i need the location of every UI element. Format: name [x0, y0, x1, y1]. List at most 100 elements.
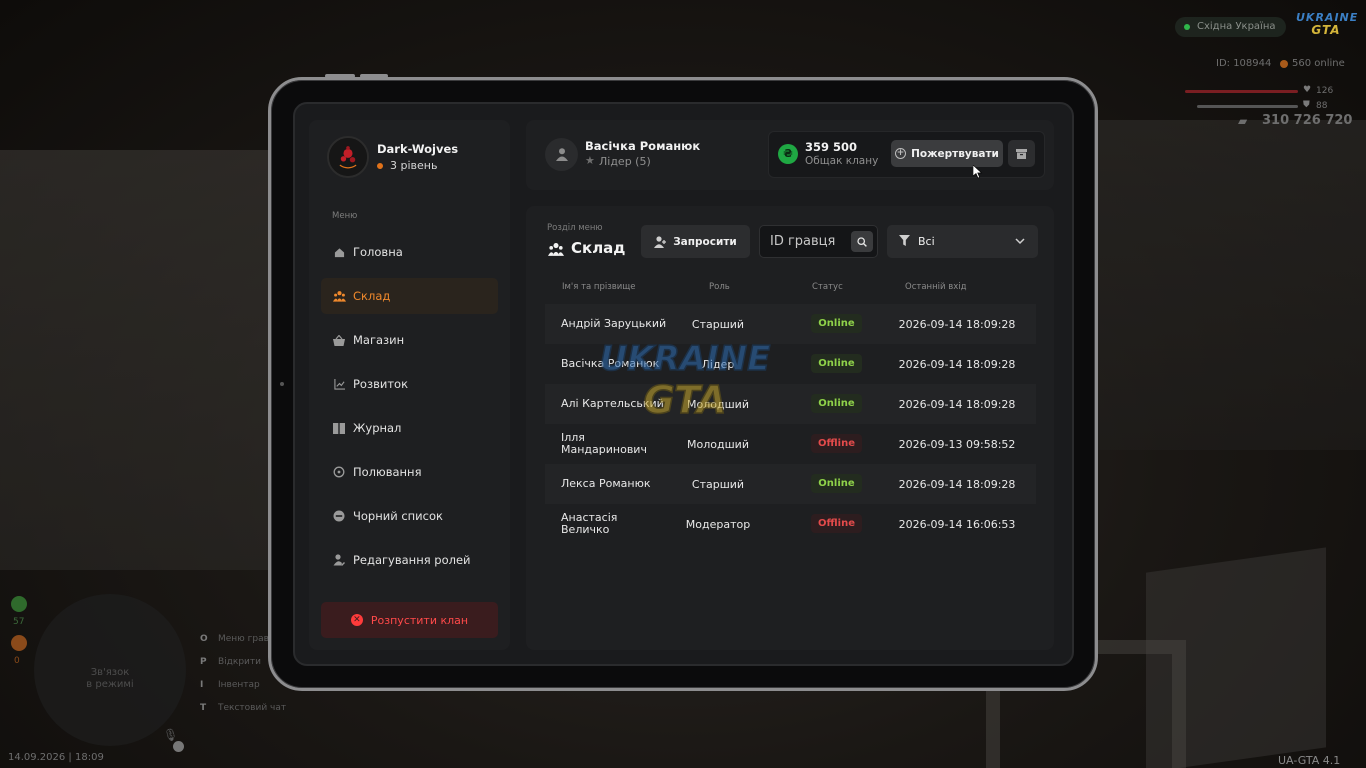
filter-icon	[899, 235, 910, 246]
table-row[interactable]: Ілля Мандаринович Молодший Offline 2026-…	[545, 424, 1036, 464]
table-row[interactable]: Андрій Заруцький Старший Online 2026-09-…	[545, 304, 1036, 344]
member-role: Молодший	[687, 437, 749, 451]
sidebar-item-shop[interactable]: Магазин	[321, 322, 498, 358]
user-edit-icon	[332, 553, 346, 567]
sidebar-item-home[interactable]: Головна	[321, 234, 498, 270]
mic-badge-icon	[173, 741, 184, 752]
disband-clan-button[interactable]: ✕ Розпустити клан	[321, 602, 498, 638]
member-last-login: 2026-09-14 18:09:28	[898, 317, 1016, 331]
member-last-login: 2026-09-14 16:06:53	[898, 517, 1016, 531]
member-role: Старший	[691, 317, 745, 331]
member-name: Анастасія Величко	[561, 511, 618, 536]
table-row[interactable]: Васічка Романюк Лідер Online 2026-09-14 …	[545, 344, 1036, 384]
user-name: Васічка Романюк	[585, 139, 701, 153]
status-badge: Offline	[811, 434, 862, 453]
column-header-name: Ім'я та прізвище	[562, 282, 636, 292]
online-count: 560 online	[1280, 58, 1345, 69]
key-hint: T Текстовий чат	[200, 703, 287, 713]
status-badge: Offline	[811, 514, 862, 533]
health-bar	[1185, 90, 1298, 93]
sidebar-item-hunting[interactable]: Полювання	[321, 454, 498, 490]
clan-name: Dark-Wojves	[377, 142, 459, 156]
microphone-icon: 🎙	[163, 728, 179, 742]
sidebar-item-label: Чорний список	[353, 509, 443, 523]
member-last-login: 2026-09-13 09:58:52	[898, 437, 1016, 451]
clan-avatar	[327, 136, 369, 178]
member-last-login: 2026-09-14 18:09:28	[898, 357, 1016, 371]
minimap-text: Зв'язок в режимі	[86, 667, 134, 690]
clan-level: 3 рівень	[377, 159, 437, 172]
user-icon	[555, 148, 568, 161]
people-icon	[548, 241, 564, 260]
member-name: Ілля Мандаринович	[561, 431, 647, 456]
green-indicator-icon	[11, 596, 27, 612]
donate-label: Пожертвувати	[911, 147, 999, 160]
key-hint: I Інвентар	[200, 680, 260, 690]
server-status-dot	[1184, 24, 1190, 30]
target-icon	[332, 465, 346, 479]
sidebar-item-label: Головна	[353, 245, 403, 259]
green-counter: 57	[13, 617, 25, 627]
status-badge: Online	[811, 354, 862, 373]
block-icon	[332, 509, 346, 523]
sidebar-item-development[interactable]: Розвиток	[321, 366, 498, 402]
archive-icon	[1016, 148, 1027, 159]
bank-amount: 359 500	[805, 140, 858, 154]
user-role: ★ Лідер (5)	[585, 154, 651, 168]
page-title: Склад	[571, 239, 626, 257]
member-role: Модератор	[685, 517, 751, 531]
background-wall-left	[0, 150, 280, 570]
logo-bottom: GTA	[1311, 23, 1341, 37]
close-icon: ✕	[350, 614, 363, 626]
member-role: Лідер	[701, 357, 735, 371]
orange-counter: 0	[14, 656, 20, 666]
clan-logo-icon	[329, 138, 367, 176]
sidebar-item-label: Розвиток	[353, 377, 409, 391]
player-id-search-input[interactable]	[760, 226, 850, 257]
status-badge: Online	[811, 394, 862, 413]
search-icon	[857, 236, 867, 247]
game-version: UA-GTA 4.1	[1278, 754, 1341, 767]
sidebar-item-label: Редагування ролей	[353, 553, 471, 567]
invite-button[interactable]: Запросити	[641, 225, 750, 258]
plus-circle-icon: +	[895, 148, 907, 159]
people-icon	[332, 289, 346, 303]
filter-value: Всі	[918, 235, 935, 248]
disband-label: Розпустити клан	[370, 613, 469, 627]
armor-bar	[1197, 105, 1298, 108]
table-row[interactable]: Алі Картельський Молодший Online 2026-09…	[545, 384, 1036, 424]
armor-value: 88	[1316, 101, 1328, 111]
money-value: 310 726 720	[1262, 113, 1353, 128]
section-caption: Розділ меню	[547, 223, 603, 233]
add-user-icon	[654, 235, 667, 248]
home-icon	[332, 245, 346, 259]
menu-caption: Меню	[332, 211, 358, 221]
invite-label: Запросити	[673, 235, 737, 248]
table-row[interactable]: Анастасія Величко Модератор Offline 2026…	[545, 504, 1036, 544]
sidebar-item-blacklist[interactable]: Чорний список	[321, 498, 498, 534]
sidebar-item-label: Магазин	[353, 333, 405, 347]
bank-history-button[interactable]	[1008, 140, 1035, 167]
heart-icon: ♥	[1303, 85, 1312, 95]
orange-indicator-icon	[11, 635, 27, 651]
sidebar-item-label: Журнал	[353, 421, 402, 435]
status-badge: Online	[811, 474, 862, 493]
search-button[interactable]	[851, 231, 873, 252]
member-role: Молодший	[687, 397, 749, 411]
table-row[interactable]: Лекса Романюк Старший Online 2026-09-14 …	[545, 464, 1036, 504]
datetime: 14.09.2026 | 18:09	[8, 752, 104, 763]
sidebar-item-label: Полювання	[353, 465, 422, 479]
sidebar-item-journal[interactable]: Журнал	[321, 410, 498, 446]
basket-icon	[332, 333, 346, 347]
background-wall-right	[1086, 120, 1366, 450]
user-avatar	[545, 138, 578, 171]
star-icon: ★	[585, 154, 595, 167]
member-role: Старший	[691, 477, 745, 491]
book-icon	[332, 421, 346, 435]
chart-icon	[332, 377, 346, 391]
sidebar-item-storage[interactable]: Склад	[321, 278, 498, 314]
member-last-login: 2026-09-14 18:09:28	[898, 477, 1016, 491]
bank-label: Общак клану	[805, 155, 879, 167]
donate-button[interactable]: + Пожертвувати	[891, 140, 1003, 167]
sidebar-item-edit-roles[interactable]: Редагування ролей	[321, 542, 498, 578]
